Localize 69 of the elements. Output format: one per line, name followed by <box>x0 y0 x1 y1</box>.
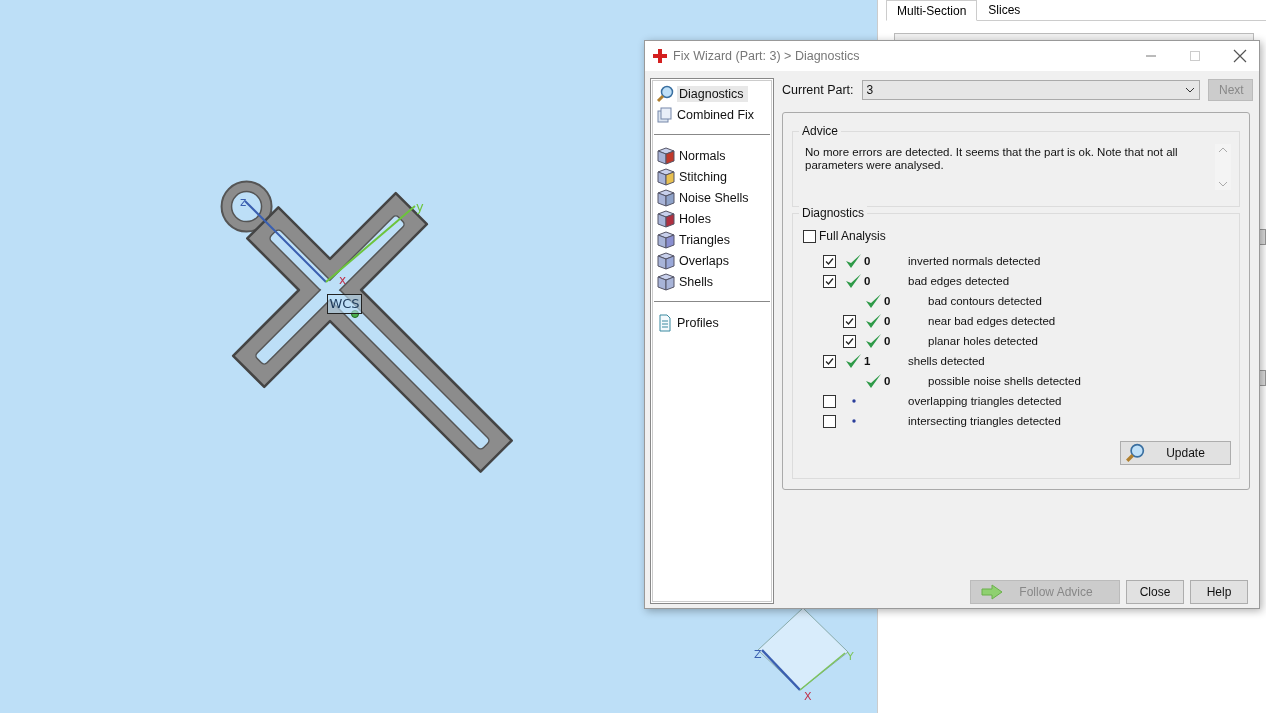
diagnostic-label: possible noise shells detected <box>928 375 1081 387</box>
advice-text: No more errors are detected. It seems that the part is ok. Note that not all parameters were analysed. <box>805 146 1179 173</box>
count: 0 <box>884 335 891 347</box>
axis-label: X <box>804 690 812 703</box>
step-item[interactable]: Combined Fix <box>654 104 770 125</box>
checkbox[interactable] <box>843 314 856 328</box>
origin-dot-icon <box>351 310 359 318</box>
count: 0 <box>884 375 891 387</box>
count: 0 <box>864 275 871 287</box>
wcs-label: WCS <box>327 294 362 314</box>
step-item[interactable]: Holes <box>654 208 770 229</box>
diagnostic-label: inverted normals detected <box>908 255 1041 267</box>
axis-label: z <box>240 195 247 209</box>
checkbox[interactable] <box>843 334 856 348</box>
step-item[interactable]: Noise Shells <box>654 187 770 208</box>
checkbox[interactable] <box>823 354 836 368</box>
checkbox-label: Full Analysis <box>819 229 886 243</box>
cube-icon <box>656 187 676 208</box>
step-item[interactable]: Overlaps <box>654 250 770 271</box>
step-item[interactable]: Shells <box>654 271 770 292</box>
step-item[interactable]: Profiles <box>654 312 770 333</box>
cube-icon <box>656 250 676 271</box>
tab[interactable]: Slices <box>977 0 1032 20</box>
layers-icon <box>656 105 674 124</box>
axis-label: y <box>416 199 424 214</box>
count: 0 <box>884 315 891 327</box>
search-icon <box>1125 443 1145 463</box>
window-title: Fix Wizard (Part: 3) > Diagnostics <box>673 49 861 63</box>
cross-icon <box>653 49 667 63</box>
axis-label: Y <box>847 650 854 663</box>
count: 0 <box>884 295 891 307</box>
arrow-right-icon <box>981 584 1003 600</box>
tab[interactable]: Multi-Section <box>886 0 978 21</box>
cube-icon <box>656 271 676 292</box>
step-item[interactable]: Diagnostics <box>654 83 770 104</box>
cube-icon <box>656 229 676 250</box>
dialog-button[interactable]: Help <box>1190 580 1248 604</box>
axis-label: Z <box>754 648 762 661</box>
checkbox[interactable] <box>823 254 836 268</box>
count: 0 <box>864 255 871 267</box>
diagnostic-label: planar holes detected <box>928 335 1038 347</box>
diagnostic-label: overlapping triangles detected <box>908 395 1062 407</box>
checkbox[interactable] <box>803 229 816 243</box>
diagnostic-label: shells detected <box>908 355 985 367</box>
group-title: Advice <box>799 124 842 138</box>
update-button[interactable]: Update <box>1120 441 1231 465</box>
search-icon <box>656 84 674 103</box>
group-title: Diagnostics <box>799 206 868 220</box>
step-item[interactable]: Triangles <box>654 229 770 250</box>
chevron-down-icon <box>1185 87 1195 93</box>
close-icon[interactable] <box>1233 49 1247 63</box>
diagnostic-label: bad edges detected <box>908 275 1010 287</box>
document-icon <box>656 313 674 332</box>
step-item[interactable]: Normals <box>654 145 770 166</box>
cube-icon <box>656 208 676 229</box>
axis-label: x <box>339 273 347 287</box>
cube-icon <box>656 166 676 187</box>
diagnostic-label: near bad edges detected <box>928 315 1056 327</box>
checkbox[interactable] <box>823 274 836 288</box>
current-part-label: Current Part: <box>782 83 854 97</box>
cube-icon <box>656 145 676 166</box>
checkbox[interactable] <box>823 394 836 408</box>
diagnostic-label: bad contours detected <box>928 295 1042 307</box>
count: 1 <box>864 355 871 367</box>
step-item[interactable]: Stitching <box>654 166 770 187</box>
part-dropdown[interactable]: 3 <box>861 80 1200 100</box>
dialog-button[interactable]: Close <box>1126 580 1184 604</box>
checkbox[interactable] <box>823 414 836 428</box>
diagnostic-label: intersecting triangles detected <box>908 415 1061 427</box>
